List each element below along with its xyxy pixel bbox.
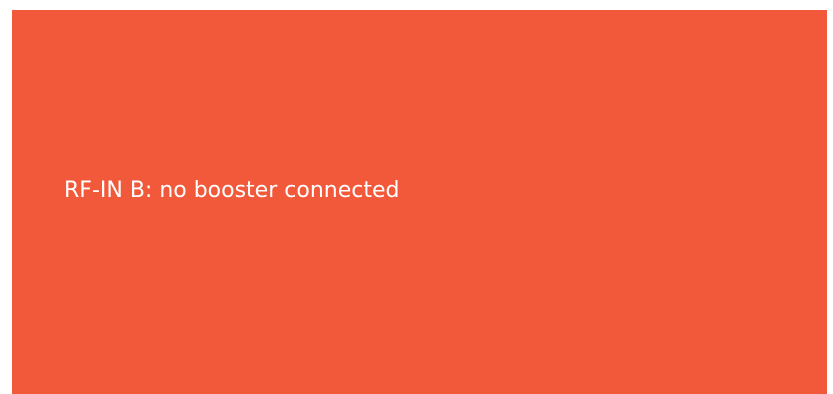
status-message: RF-IN B: no booster connected xyxy=(64,178,400,203)
status-alert-panel: RF-IN B: no booster connected xyxy=(12,10,827,394)
